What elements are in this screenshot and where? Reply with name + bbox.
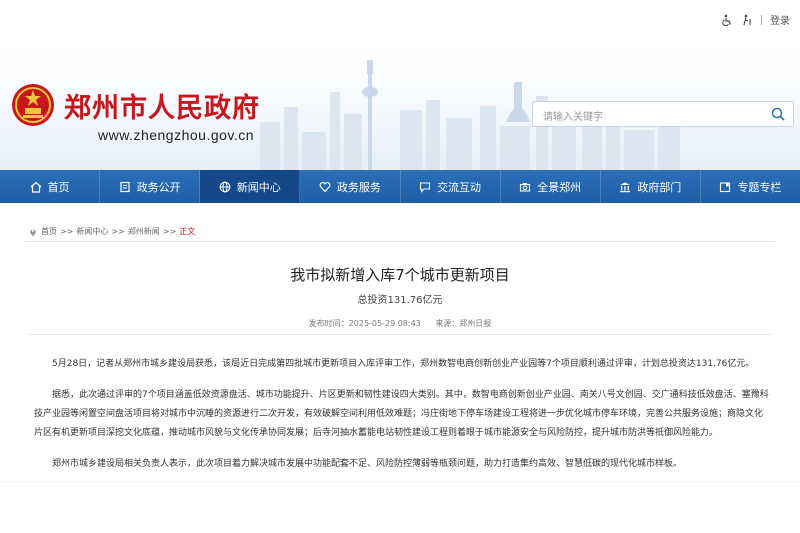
nav-item-label: 新闻中心 [236, 180, 281, 194]
meta-divider [26, 334, 774, 335]
breadcrumb-separator: >> [162, 227, 177, 236]
nav-item-label: 首页 [47, 180, 70, 194]
accessibility-icon[interactable] [721, 14, 733, 26]
article-paragraph: 郑州市城乡建设局相关负责人表示，此次项目着力解决城市发展中功能配套不足、风险防控… [52, 459, 683, 469]
nav-item-government-services[interactable]: 政务服务 [300, 170, 401, 203]
home-icon [30, 181, 41, 193]
document-icon [120, 181, 130, 192]
site-url[interactable]: www.zhengzhou.gov.cn [98, 127, 254, 143]
location-pin-icon [30, 229, 36, 236]
search-placeholder: 请输入关键字 [543, 112, 603, 123]
article-paragraph: 5月28日，记者从郑州市城乡建设局获悉，该局近日完成第四批城市更新项目入库评审工… [52, 359, 755, 369]
publish-time: 发布时间：2025-05-29 08:43 [308, 319, 421, 328]
breadcrumb-home[interactable]: 首页 [41, 226, 57, 237]
breadcrumb: 首页 >> 新闻中心 >> 郑州新闻 >> 正文 [28, 226, 195, 237]
nav-item-departments[interactable]: 政府部门 [601, 170, 701, 203]
article-meta: 发布时间：2025-05-29 08:43 来源：郑州日报 [0, 318, 800, 329]
breadcrumb-news-center[interactable]: 新闻中心 [76, 226, 108, 237]
toolbar-divider [761, 14, 762, 25]
elder-mode-icon[interactable] [741, 14, 753, 26]
nav-item-interaction[interactable]: 交流互动 [401, 170, 501, 203]
nav-item-label: 政务公开 [136, 180, 181, 194]
camera-icon [520, 182, 531, 192]
breadcrumb-separator: >> [60, 227, 74, 236]
content-bottom-divider [0, 481, 800, 482]
breadcrumb-separator: >> [111, 227, 125, 236]
nav-item-label: 交流互动 [437, 180, 482, 194]
main-nav: 首页 政务公开 新闻中心 政务服务 交流互动 全景郑州 政府部门 专题专栏 [0, 170, 800, 203]
nav-item-label: 政务服务 [336, 180, 381, 194]
heart-icon [319, 181, 331, 192]
search-input[interactable]: 请输入关键字 [532, 101, 794, 127]
national-emblem-icon [12, 84, 54, 126]
nav-item-label: 专题专栏 [737, 180, 782, 194]
nav-item-label: 全景郑州 [537, 180, 582, 194]
globe-icon [219, 181, 231, 192]
login-link[interactable]: 登录 [770, 12, 790, 27]
article-source: 来源：郑州日报 [435, 319, 492, 328]
nav-item-government-affairs[interactable]: 政务公开 [100, 170, 201, 203]
site-title[interactable]: 郑州市人民政府 [64, 86, 260, 125]
top-toolbar: 登录 [721, 12, 790, 27]
nav-item-panorama[interactable]: 全景郑州 [501, 170, 601, 203]
nav-item-label: 政府部门 [637, 180, 682, 194]
article-title: 我市拟新增入库7个城市更新项目 [290, 266, 510, 284]
site-header: 郑州市人民政府 www.zhengzhou.gov.cn 请输入关键字 [0, 52, 800, 170]
page: 郑州市人民政府 www.zhengzhou.gov.cn 请输入关键字 登录 首… [0, 0, 800, 533]
nav-item-news-center[interactable]: 新闻中心 [200, 170, 301, 203]
article-subtitle: 总投资131.76亿元 [357, 295, 443, 306]
bookmark-icon [720, 181, 731, 192]
search-icon[interactable] [771, 107, 785, 121]
breadcrumb-divider [26, 241, 774, 242]
chat-icon [420, 181, 431, 193]
article-paragraph: 据悉，此次通过评审的7个项目涵盖低效资源盘活、城市功能提升、片区更新和韧性建设四… [34, 390, 769, 438]
building-icon [620, 182, 631, 192]
nav-item-home[interactable]: 首页 [0, 170, 101, 203]
article-body: 5月28日，记者从郑州市城乡建设局获悉，该局近日完成第四批城市更新项目入库评审工… [34, 355, 770, 486]
breadcrumb-current: 正文 [179, 227, 196, 236]
nav-item-special-topics[interactable]: 专题专栏 [701, 170, 800, 203]
breadcrumb-zhengzhou-news[interactable]: 郑州新闻 [128, 226, 160, 237]
